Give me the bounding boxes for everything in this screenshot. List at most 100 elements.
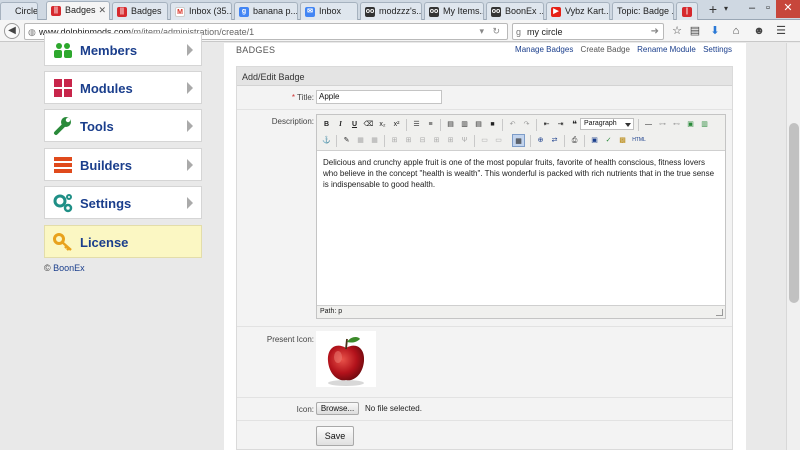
- superscript-button[interactable]: x²: [390, 118, 403, 131]
- back-button[interactable]: ◀: [4, 23, 20, 39]
- create-badge-link[interactable]: Create Badge: [581, 45, 630, 54]
- image-icon[interactable]: ▣: [684, 118, 697, 131]
- eraser-icon[interactable]: ⌫: [362, 118, 375, 131]
- editor-statusbar: Path: p: [317, 305, 725, 318]
- preview-icon[interactable]: ▣: [588, 134, 601, 147]
- subscript-button[interactable]: x₂: [376, 118, 389, 131]
- align-left-icon[interactable]: ▤: [444, 118, 457, 131]
- insert-col-before-icon[interactable]: ⊞: [430, 134, 443, 147]
- horizontal-rule-icon[interactable]: —: [642, 118, 655, 131]
- minimize-button[interactable]: –: [744, 0, 760, 18]
- toolbar-divider: [564, 135, 565, 147]
- search-value: my circle: [527, 27, 563, 37]
- tab-circle[interactable]: Circle: [0, 2, 38, 20]
- sidebar-item-builders[interactable]: Builders: [44, 148, 202, 181]
- tab-overflow[interactable]: |: [676, 2, 698, 20]
- edit-css-icon[interactable]: ✎: [340, 134, 353, 147]
- close-window-button[interactable]: ✕: [776, 0, 800, 18]
- delete-col-icon[interactable]: Ψ: [458, 134, 471, 147]
- maximize-button[interactable]: ▫: [760, 0, 776, 18]
- tab-youtube[interactable]: ▶ Vybz Kart...: [546, 2, 610, 20]
- split-cells-icon[interactable]: ▭: [478, 134, 491, 147]
- title-input[interactable]: Apple: [316, 90, 442, 104]
- search-bar[interactable]: g my circle ➜: [512, 23, 664, 40]
- dolphin-icon: |: [682, 7, 692, 17]
- media-icon[interactable]: ▥: [698, 118, 711, 131]
- tab-my-items[interactable]: oo My Items...: [424, 2, 484, 20]
- menu-icon[interactable]: ☰: [774, 24, 788, 38]
- undo-icon[interactable]: ↶: [506, 118, 519, 131]
- gmail-icon: M: [175, 7, 185, 17]
- format-select[interactable]: Paragraph: [580, 118, 634, 130]
- align-center-icon[interactable]: ▥: [458, 118, 471, 131]
- tab-inbox-gmail[interactable]: M Inbox (35...: [170, 2, 232, 20]
- page-actions: Manage Badges Create Badge Rename Module…: [510, 45, 732, 54]
- tab-list-icon[interactable]: ▾: [724, 4, 728, 13]
- reload-icon[interactable]: ▾ ↻: [479, 26, 503, 37]
- outdent-icon[interactable]: ⇤: [540, 118, 553, 131]
- insert-row-after-icon[interactable]: ⊞: [402, 134, 415, 147]
- align-right-icon[interactable]: ▤: [472, 118, 485, 131]
- home-icon[interactable]: ⌂: [729, 24, 743, 38]
- rename-module-link[interactable]: Rename Module: [637, 45, 696, 54]
- numbered-list-icon[interactable]: ≡: [424, 118, 437, 131]
- present-icon-row: Present Icon:: [237, 327, 732, 398]
- print-icon[interactable]: ⎙: [568, 134, 581, 147]
- insert-col-after-icon[interactable]: ⊞: [444, 134, 457, 147]
- link-icon[interactable]: ⊶: [656, 118, 669, 131]
- tab-modzzz[interactable]: oo modzzz's...: [360, 2, 422, 20]
- sidebar-item-settings[interactable]: Settings: [44, 186, 202, 219]
- download-icon[interactable]: ⬇: [708, 24, 722, 38]
- browse-button[interactable]: Browse...: [316, 402, 359, 415]
- unlink-icon[interactable]: ⊷: [670, 118, 683, 131]
- settings-link[interactable]: Settings: [703, 45, 732, 54]
- scrollbar-thumb[interactable]: [789, 123, 799, 303]
- row-props-icon[interactable]: ▦: [368, 134, 381, 147]
- tab-badges-active[interactable]: || Badges ✕: [46, 1, 110, 21]
- new-tab-button[interactable]: +: [704, 2, 722, 18]
- underline-button[interactable]: U: [348, 118, 361, 131]
- indent-icon[interactable]: ⇥: [554, 118, 567, 131]
- bullet-list-icon[interactable]: ☰: [410, 118, 423, 131]
- reading-list-icon[interactable]: ▤: [688, 24, 702, 38]
- replace-icon[interactable]: ⇄: [548, 134, 561, 147]
- search-go-icon[interactable]: ➜: [651, 26, 659, 37]
- tab-badges[interactable]: || Badges: [112, 2, 168, 20]
- page-scrollbar[interactable]: [786, 43, 800, 450]
- delete-row-icon[interactable]: ⊟: [416, 134, 429, 147]
- sidebar-item-modules[interactable]: Modules: [44, 71, 202, 104]
- editor-toolbar: B I U ⌫ x₂ x² ☰ ≡ ▤ ▥ ▤ ■ ↶ ↷ ⇤ ⇥ ❝ Para…: [317, 115, 725, 151]
- insert-row-before-icon[interactable]: ⊞: [388, 134, 401, 147]
- required-marker: *: [291, 93, 295, 102]
- icon-label: Icon:: [296, 405, 314, 414]
- sidebar-item-members[interactable]: Members: [44, 33, 202, 66]
- paste-word-icon[interactable]: ▩: [616, 134, 629, 147]
- bold-button[interactable]: B: [320, 118, 333, 131]
- align-justify-icon[interactable]: ■: [486, 118, 499, 131]
- sidebar-item-tools[interactable]: Tools: [44, 109, 202, 142]
- apple-icon: [327, 337, 365, 386]
- bookmark-star-icon[interactable]: ☆: [670, 24, 684, 38]
- description-label: Description:: [271, 117, 314, 126]
- redo-icon[interactable]: ↷: [520, 118, 533, 131]
- cleanup-icon[interactable]: ✓: [602, 134, 615, 147]
- manage-badges-link[interactable]: Manage Badges: [515, 45, 573, 54]
- anchor-icon[interactable]: ⚓: [320, 134, 333, 147]
- find-icon[interactable]: ⊕: [534, 134, 547, 147]
- tab-banana[interactable]: g banana p...: [234, 2, 298, 20]
- table-icon[interactable]: ▦: [512, 134, 525, 147]
- tab-topic-badge[interactable]: Topic: Badge ...: [612, 2, 674, 20]
- cell-props-icon[interactable]: ▦: [354, 134, 367, 147]
- html-source-button[interactable]: HTML: [630, 134, 648, 147]
- editor-content[interactable]: Delicious and crunchy apple fruit is one…: [323, 157, 721, 190]
- close-tab-icon[interactable]: ✕: [98, 5, 106, 16]
- save-button[interactable]: Save: [316, 426, 354, 446]
- resize-handle-icon[interactable]: [716, 309, 723, 316]
- merge-cells-icon[interactable]: ▭: [492, 134, 505, 147]
- boonex-link[interactable]: BoonEx: [53, 263, 85, 273]
- italic-button[interactable]: I: [334, 118, 347, 131]
- tab-inbox[interactable]: ✉ Inbox: [300, 2, 358, 20]
- chat-icon[interactable]: ☻: [752, 24, 766, 38]
- sidebar-item-license[interactable]: License: [44, 225, 202, 258]
- tab-boonex[interactable]: oo BoonEx ...: [486, 2, 544, 20]
